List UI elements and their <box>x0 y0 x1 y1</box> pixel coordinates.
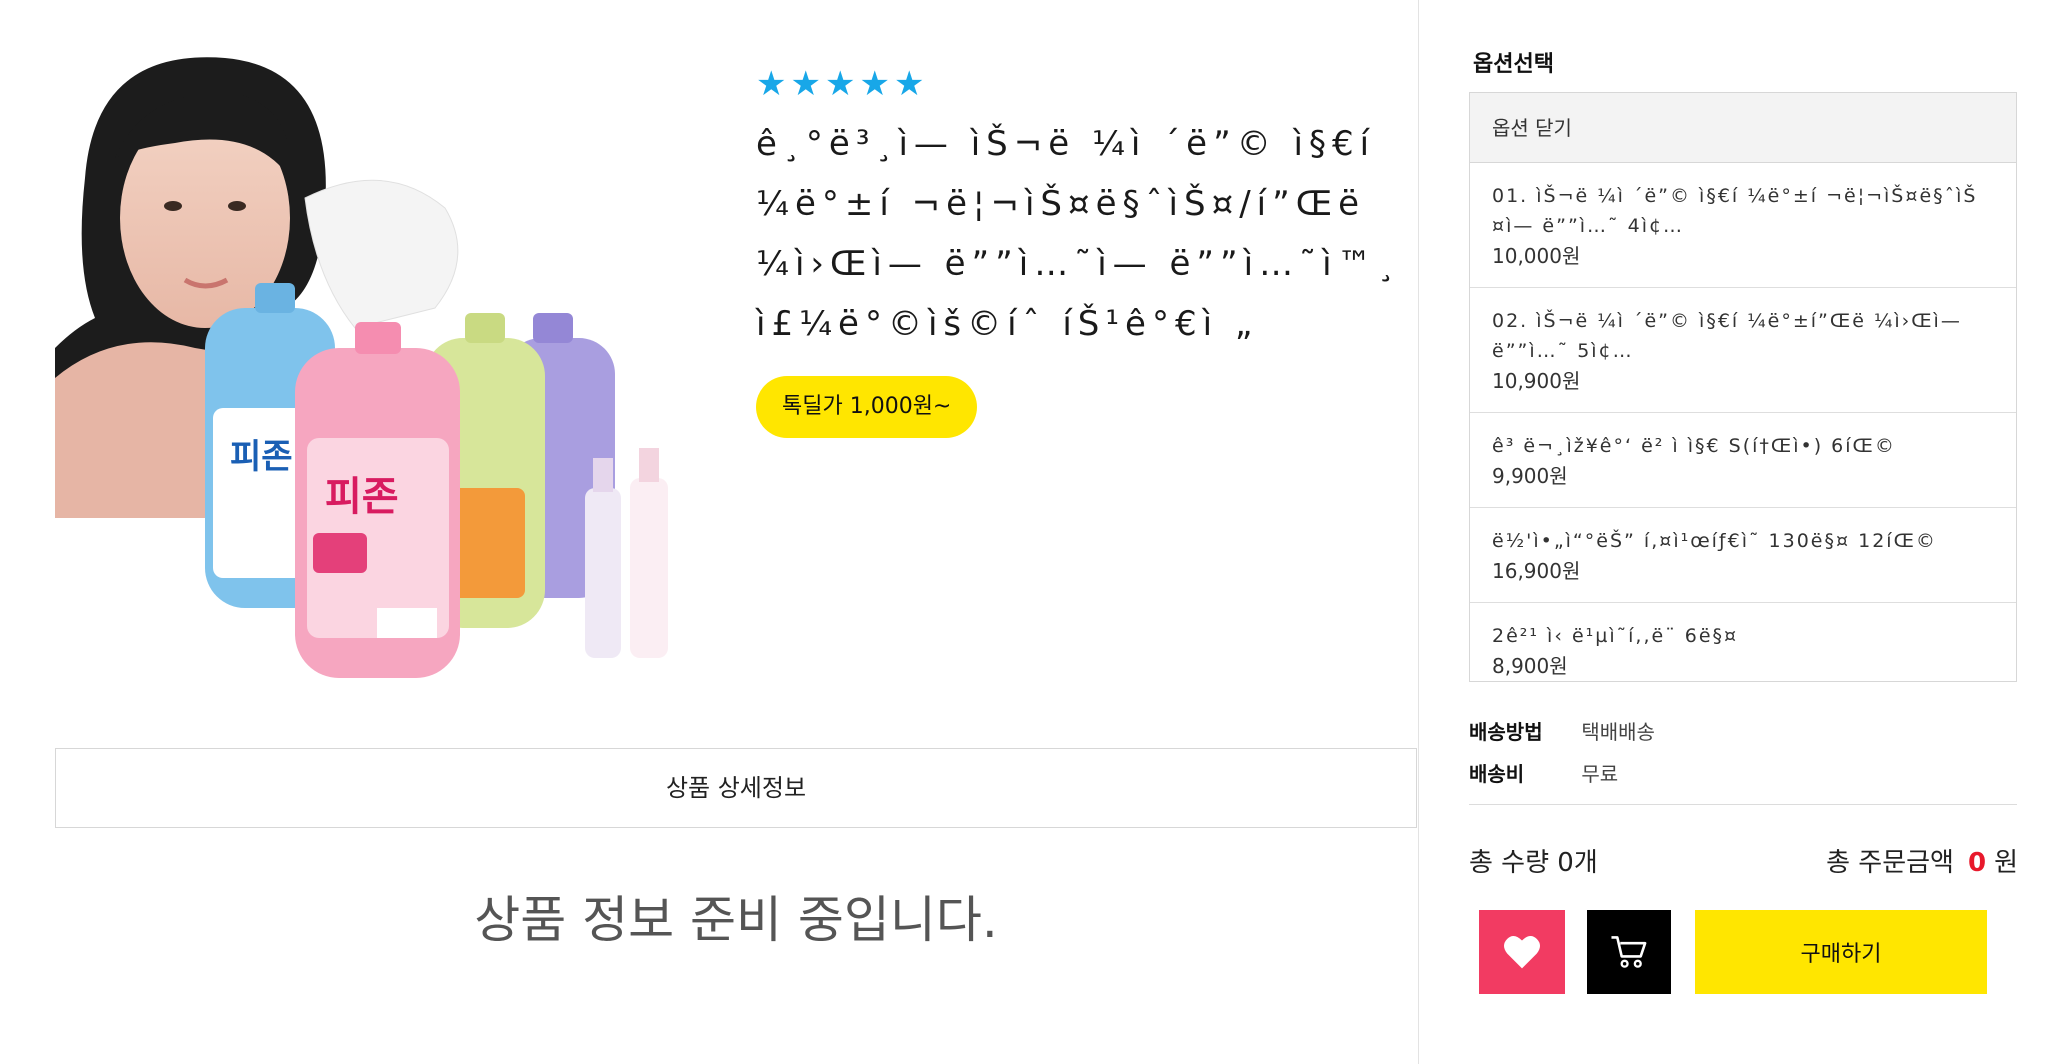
option-price: 10,000원 <box>1492 244 1581 268</box>
option-name: ê³ ë¬¸ìž¥ê°‘ ë² ì ì§€ S(í†Œì•) 6íŒ© <box>1492 435 1896 457</box>
shipping-method-value: 택배배송 <box>1581 720 1655 744</box>
shipping-fee-row: 배송비 무료 <box>1469 758 1618 787</box>
product-image: 피존 피존 <box>55 48 695 688</box>
total-amount-label: 총 주문금액 <box>1826 848 1954 878</box>
options-title: 옵션선택 <box>1473 52 1554 77</box>
option-price: 9,900원 <box>1492 464 1568 488</box>
option-name: 2ê²¹ ì‹ ë¹µì˜í,,ë¨ 6ë§¤ <box>1492 625 1739 647</box>
product-summary: ★ ★ ★ ★ ★ ê¸°ë³¸ì— ìŠ¬ë ¼ì ´ë”© ì§€í ¼ë°±í ¬… <box>756 66 1408 438</box>
heart-icon <box>1504 936 1540 969</box>
talk-price-badge[interactable]: 톡딜가 1,000원~ <box>756 376 978 438</box>
option-list[interactable]: 옵션 닫기 01. ìŠ¬ë ¼ì ´ë”© ì§€í ¼ë°±í ¬ë¦¬ìŠ… <box>1469 92 2017 682</box>
option-item[interactable]: 01. ìŠ¬ë ¼ì ´ë”© ì§€í ¼ë°±í ¬ë¦¬ìŠ¤ë§ˆìŠ… <box>1470 163 2016 288</box>
option-item[interactable]: 2ê²¹ ì‹ ë¹µì˜í,,ë¨ 6ë§¤ 8,900원 <box>1470 603 2016 681</box>
cart-button[interactable] <box>1587 910 1671 994</box>
option-name: ë½'ì•„ì“°ëŠ” í,¤ì¹œíƒ€ì˜ 130ë§¤ 12íŒ© <box>1492 530 1937 552</box>
like-button[interactable] <box>1479 910 1565 994</box>
option-name: 01. ìŠ¬ë ¼ì ´ë”© ì§€í ¼ë°±í ¬ë¦¬ìŠ¤ë§ˆìŠ… <box>1492 185 1978 237</box>
option-item[interactable]: ê³ ë¬¸ìž¥ê°‘ ë² ì ì§€ S(í†Œì•) 6íŒ© 9,90… <box>1470 413 2016 508</box>
option-item[interactable]: 02. ìŠ¬ë ¼ì ´ë”© ì§€í ¼ë°±í”Œë ¼ì›Œì— ë”… <box>1470 288 2016 413</box>
svg-text:피존: 피존 <box>230 437 293 477</box>
star-icon: ★ <box>893 64 925 104</box>
star-icon: ★ <box>824 64 856 104</box>
buy-button[interactable]: 구매하기 <box>1695 910 1987 994</box>
star-icon: ★ <box>756 64 787 104</box>
detail-empty-message: 상품 정보 준비 중입니다. <box>474 891 998 949</box>
rating-stars: ★ ★ ★ ★ ★ <box>756 66 1408 102</box>
star-icon: ★ <box>859 64 890 104</box>
option-price: 8,900원 <box>1492 654 1568 678</box>
option-price: 16,900원 <box>1492 559 1581 583</box>
tab-product-detail[interactable]: 상품 상세정보 <box>55 748 1417 828</box>
shipping-fee-value: 무료 <box>1581 762 1619 786</box>
total-amount-value: 0 <box>1967 848 1987 878</box>
star-icon: ★ <box>790 64 821 104</box>
product-title: ê¸°ë³¸ì— ìŠ¬ë ¼ì ´ë”© ì§€í ¼ë°±í ¬ë¦¬ìŠ¤… <box>756 124 1401 344</box>
option-price: 10,900원 <box>1492 369 1581 393</box>
divider <box>1469 804 2017 805</box>
shipping-fee-label: 배송비 <box>1469 762 1525 786</box>
cart-icon <box>1611 936 1647 968</box>
option-close-toggle[interactable]: 옵션 닫기 <box>1470 93 2016 163</box>
product-photo: 피존 피존 <box>55 57 668 678</box>
total-quantity: 총 수량 0개 <box>1469 848 1598 878</box>
svg-text:피존: 피존 <box>325 474 399 520</box>
total-amount: 총 주문금액 0 원 <box>1826 842 2018 879</box>
option-item[interactable]: ë½'ì•„ì“°ëŠ” í,¤ì¹œíƒ€ì˜ 130ë§¤ 12íŒ© 16… <box>1470 508 2016 603</box>
total-amount-unit: 원 <box>1994 848 2018 878</box>
shipping-method-label: 배송방법 <box>1469 720 1543 744</box>
order-panel: 옵션선택 옵션 닫기 01. ìŠ¬ë ¼ì ´ë”© ì§€í ¼ë°±í ¬… <box>1418 0 2048 1064</box>
option-name: 02. ìŠ¬ë ¼ì ´ë”© ì§€í ¼ë°±í”Œë ¼ì›Œì— ë”… <box>1492 310 1962 362</box>
shipping-method-row: 배송방법 택배배송 <box>1469 716 1655 745</box>
